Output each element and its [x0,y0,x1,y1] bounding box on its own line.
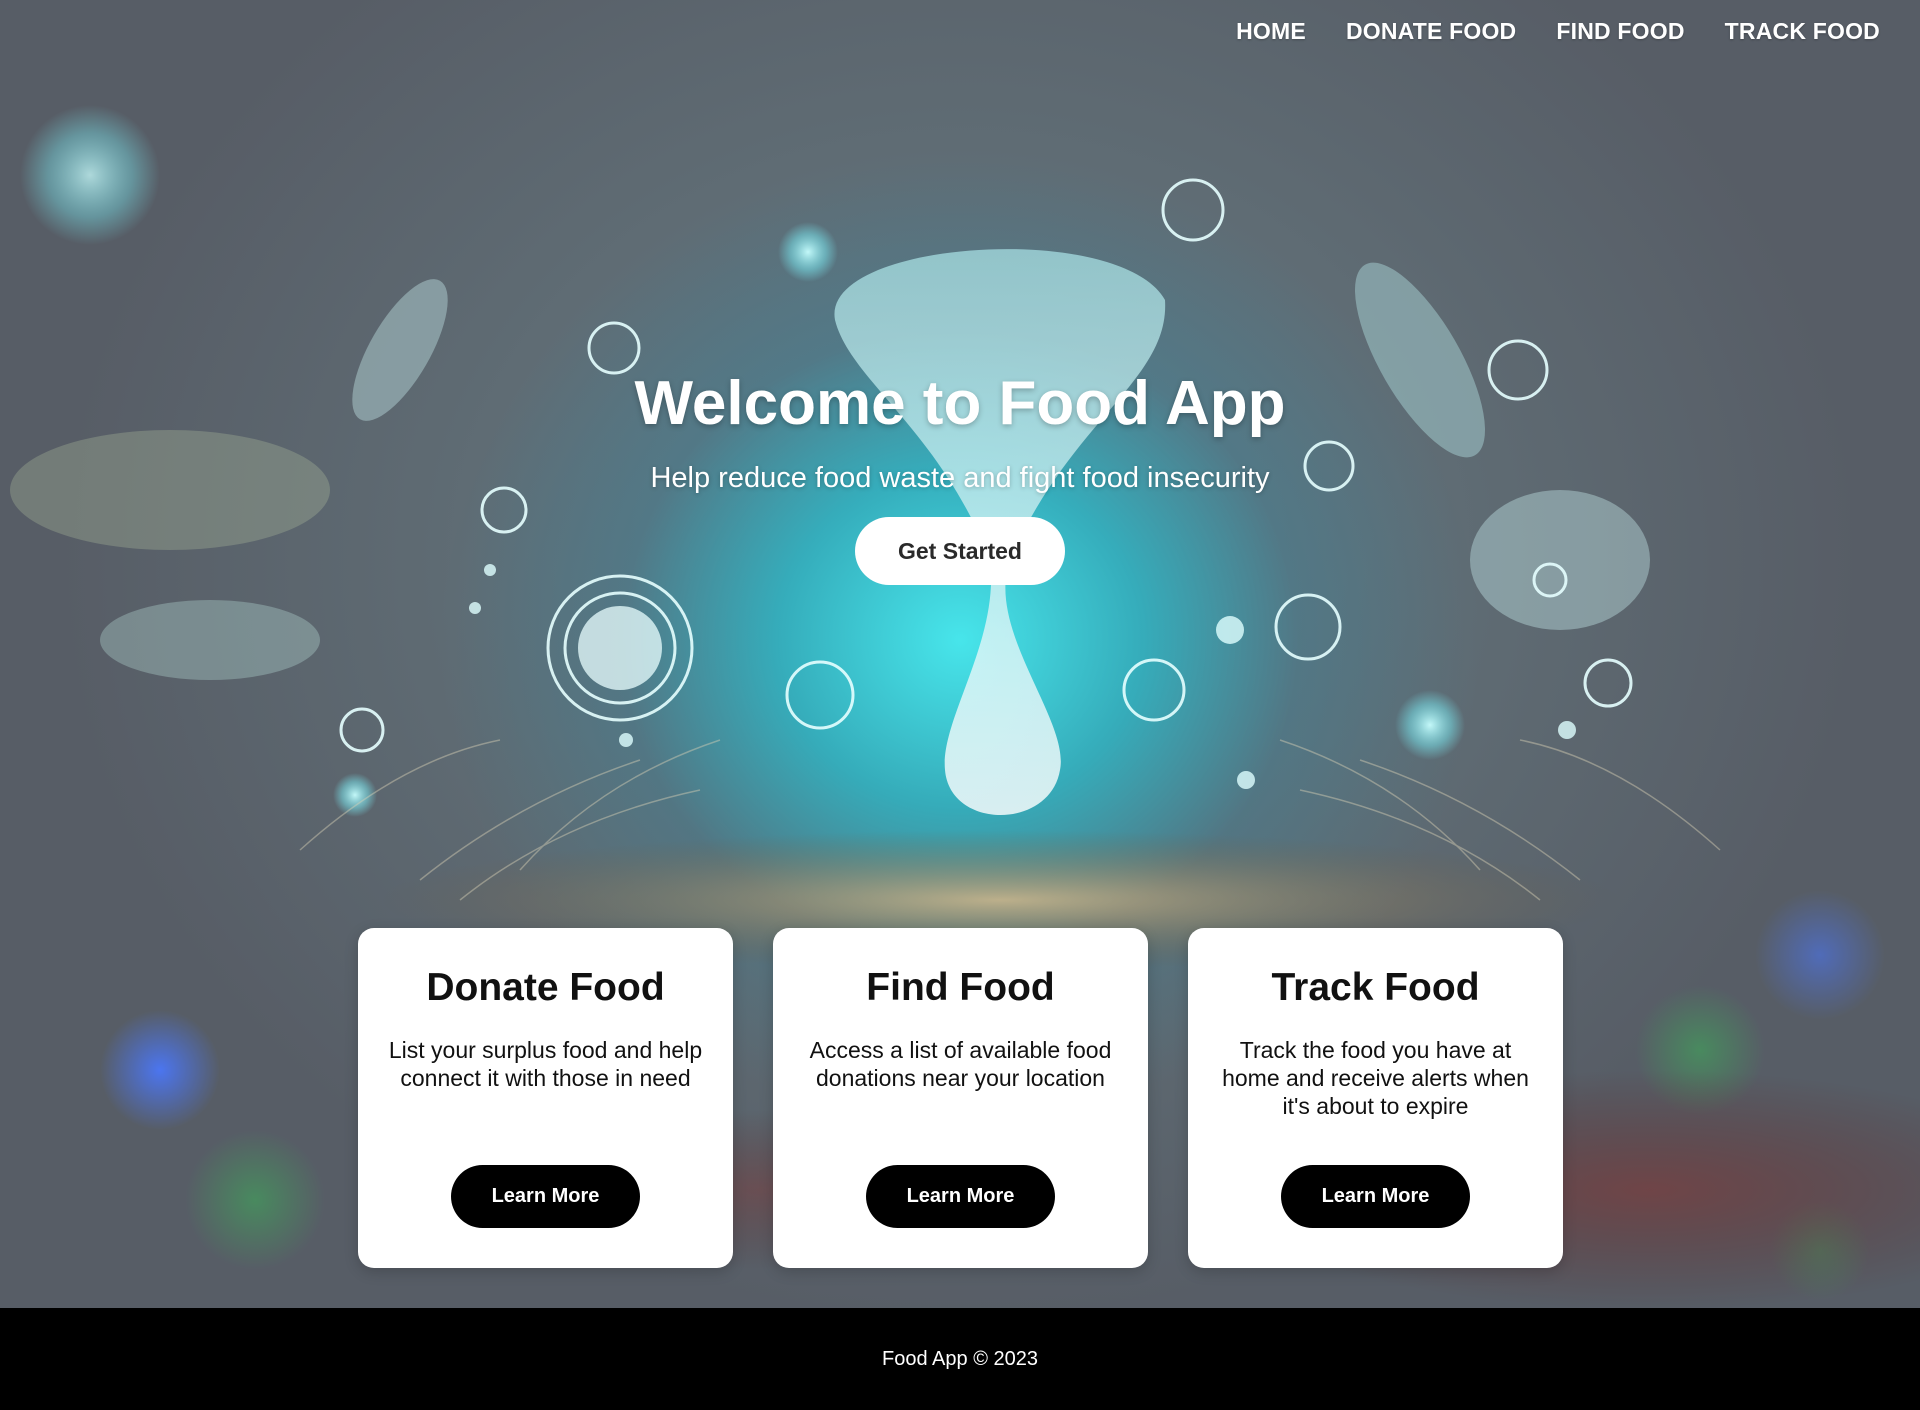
nav-home[interactable]: HOME [1236,18,1306,45]
card-description: Track the food you have at home and rece… [1222,1037,1529,1119]
card-donate-food: Donate Food List your surplus food and h… [358,928,733,1268]
card-description: List your surplus food and help connect … [388,1037,703,1091]
donate-food-learn-more-button[interactable]: Learn More [451,1165,640,1228]
hero-title: Welcome to Food App [634,369,1286,438]
footer: Food App © 2023 [0,1308,1920,1410]
card-title: Find Food [866,966,1055,1009]
hero-subtitle: Help reduce food waste and fight food in… [650,462,1270,494]
top-nav: HOME DONATE FOOD FIND FOOD TRACK FOOD [1236,18,1880,45]
nav-track-food[interactable]: TRACK FOOD [1725,18,1880,45]
card-title: Donate Food [426,966,665,1009]
card-find-food: Find Food Access a list of available foo… [773,928,1148,1268]
nav-donate-food[interactable]: DONATE FOOD [1346,18,1516,45]
footer-copyright: Food App © 2023 [882,1347,1038,1370]
card-description: Access a list of available food donation… [809,1037,1112,1091]
card-title: Track Food [1271,966,1480,1009]
get-started-button[interactable]: Get Started [855,517,1065,585]
track-food-learn-more-button[interactable]: Learn More [1281,1165,1470,1228]
nav-find-food[interactable]: FIND FOOD [1556,18,1684,45]
find-food-learn-more-button[interactable]: Learn More [866,1165,1055,1228]
card-track-food: Track Food Track the food you have at ho… [1188,928,1563,1268]
feature-cards: Donate Food List your surplus food and h… [358,928,1563,1268]
